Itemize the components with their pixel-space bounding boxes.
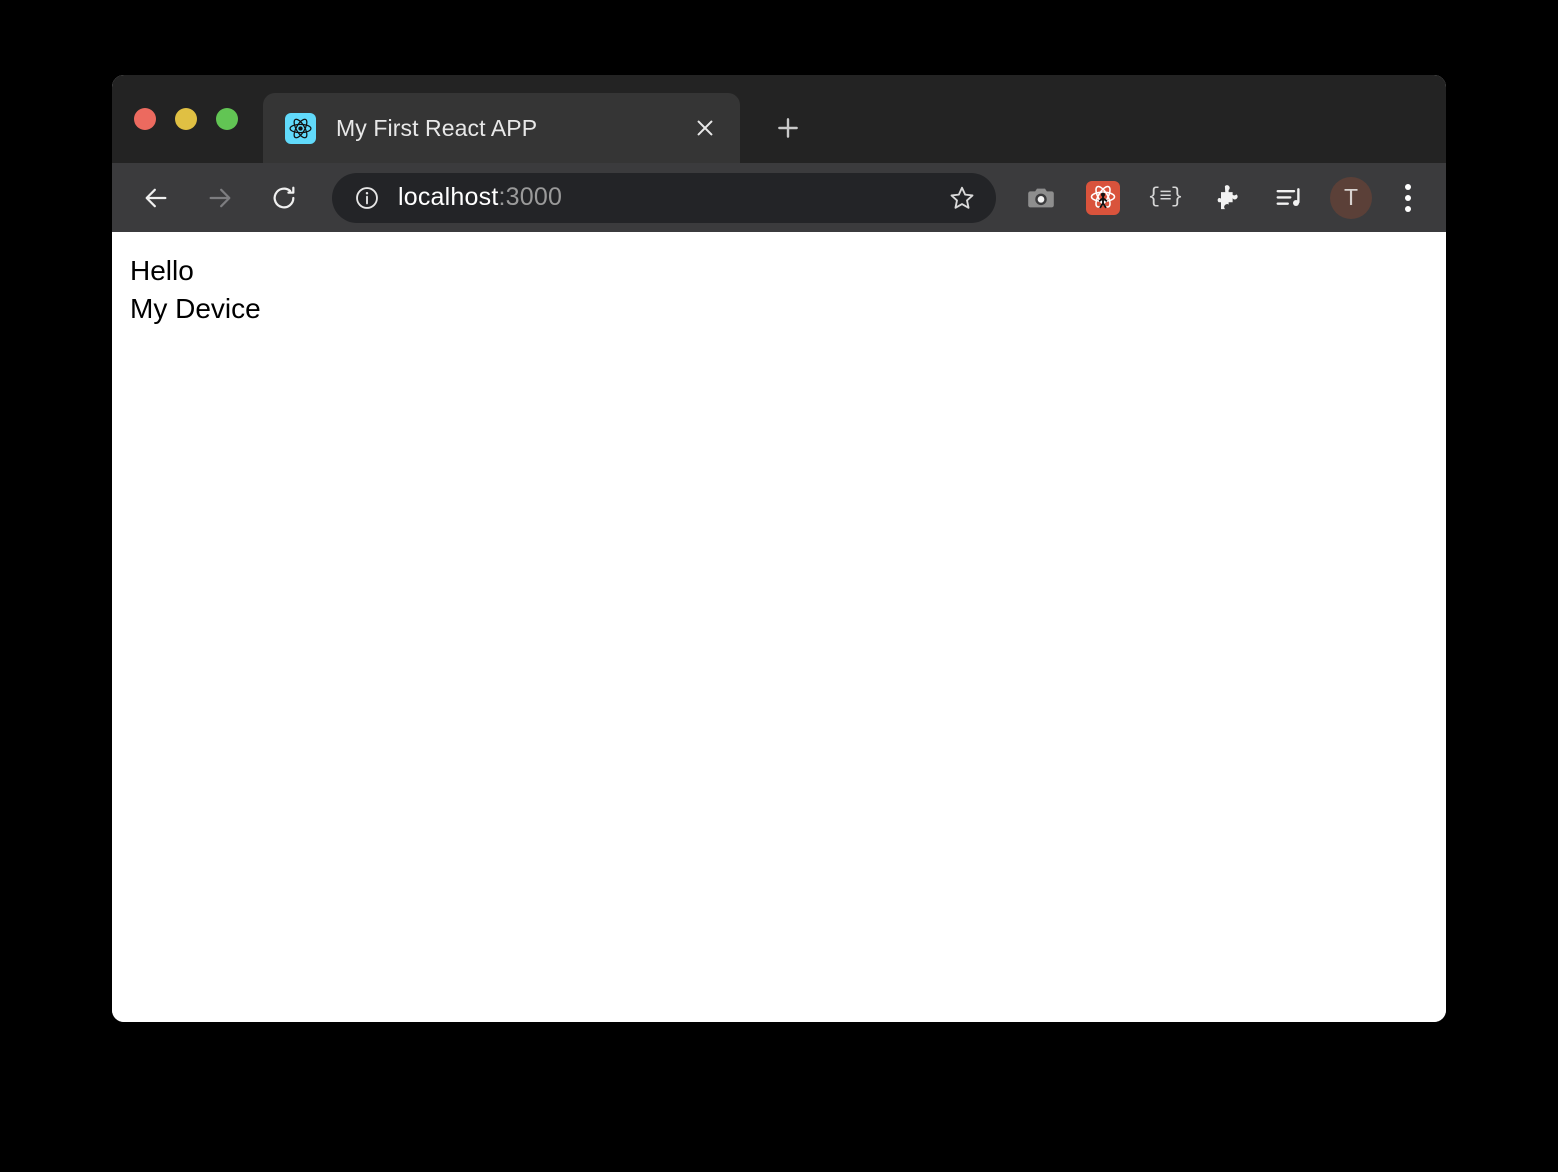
back-arrow-icon[interactable] bbox=[132, 174, 180, 222]
minimize-window-button[interactable] bbox=[175, 108, 197, 130]
tab-strip: My First React APP bbox=[112, 75, 1446, 163]
close-tab-button[interactable] bbox=[688, 111, 722, 145]
page-viewport: Hello My Device bbox=[112, 232, 1446, 1022]
extension-toolbar: {≡} T bbox=[1010, 175, 1428, 221]
avatar-initial: T bbox=[1343, 184, 1359, 210]
react-favicon-icon bbox=[285, 112, 316, 144]
menu-dot bbox=[1405, 194, 1411, 201]
json-braces-icon[interactable]: {≡} bbox=[1142, 175, 1188, 221]
camera-icon[interactable] bbox=[1018, 175, 1064, 221]
browser-window: My First React APP localhost:3000 {≡} T … bbox=[112, 75, 1446, 1022]
profile-avatar[interactable]: T bbox=[1330, 176, 1372, 219]
three-dot-menu-icon[interactable] bbox=[1388, 175, 1428, 221]
new-tab-button[interactable] bbox=[765, 105, 811, 151]
menu-dot bbox=[1405, 183, 1411, 190]
tab-title: My First React APP bbox=[336, 114, 538, 141]
react-devtools-icon[interactable] bbox=[1080, 175, 1126, 221]
forward-arrow-icon bbox=[196, 174, 244, 222]
reload-icon[interactable] bbox=[260, 174, 308, 222]
puzzle-piece-icon[interactable] bbox=[1204, 175, 1250, 221]
page-text-line-2: My Device bbox=[130, 293, 261, 324]
window-controls bbox=[134, 75, 238, 163]
json-braces-label: {≡} bbox=[1147, 186, 1184, 209]
info-circle-icon[interactable] bbox=[354, 185, 380, 211]
close-window-button[interactable] bbox=[134, 108, 156, 130]
url-input[interactable]: localhost:3000 bbox=[398, 183, 940, 212]
url-host: localhost bbox=[398, 183, 499, 211]
menu-dot bbox=[1405, 205, 1411, 212]
maximize-window-button[interactable] bbox=[216, 108, 238, 130]
desktop-background: My First React APP localhost:3000 {≡} T … bbox=[0, 0, 1558, 1172]
music-playlist-icon[interactable] bbox=[1266, 175, 1312, 221]
browser-toolbar: localhost:3000 {≡} T bbox=[112, 163, 1446, 232]
page-text-line-1: Hello bbox=[130, 255, 194, 286]
browser-tab-active[interactable]: My First React APP bbox=[263, 93, 740, 163]
star-outline-icon[interactable] bbox=[940, 176, 984, 220]
url-port: :3000 bbox=[498, 183, 563, 211]
react-bug-icon bbox=[1086, 180, 1120, 215]
address-bar[interactable]: localhost:3000 bbox=[332, 172, 996, 223]
